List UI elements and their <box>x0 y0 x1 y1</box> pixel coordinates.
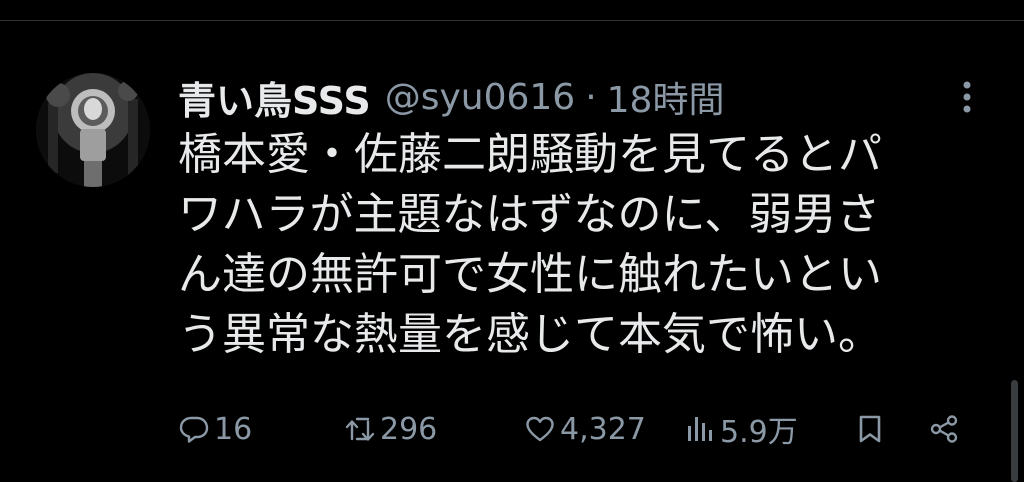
display-name[interactable]: 青い鳥SSS <box>178 70 371 125</box>
speech-bubble-icon <box>179 416 209 443</box>
tweet[interactable]: 青い鳥SSS @syu0616 · 18時間 橋本愛・佐藤二朗騒動を見てるとパ … <box>0 21 1024 482</box>
heart-icon <box>526 416 554 442</box>
tweet-header: 青い鳥SSS @syu0616 · 18時間 <box>178 71 724 123</box>
like-button[interactable]: 4,327 <box>524 404 646 454</box>
more-options-button[interactable] <box>950 77 984 117</box>
scrollbar-thumb[interactable] <box>1011 380 1018 482</box>
bookmark-button[interactable] <box>854 404 886 454</box>
more-dots-icon <box>963 81 971 113</box>
like-count: 4,327 <box>560 411 646 447</box>
avatar-image <box>36 73 150 187</box>
retweet-count: 296 <box>380 411 438 447</box>
separator-dot: · <box>585 76 597 118</box>
tweet-text: 橋本愛・佐藤二朗騒動を見てるとパ ワハラが主題なはずなのに、弱男さ ん達の無許可… <box>178 125 978 365</box>
bookmark-icon <box>859 415 881 443</box>
reply-count: 16 <box>214 411 253 447</box>
retweet-button[interactable]: 296 <box>344 404 437 454</box>
view-count: 5.9万 <box>720 415 798 450</box>
bar-chart-icon <box>688 417 712 441</box>
user-handle[interactable]: @syu0616 <box>385 77 576 118</box>
share-button[interactable] <box>928 404 960 454</box>
views-button[interactable]: 5.9万 <box>684 404 798 454</box>
share-nodes-icon <box>930 415 958 443</box>
retweet-arrows-icon <box>345 417 375 441</box>
avatar[interactable] <box>36 73 150 187</box>
reply-button[interactable]: 16 <box>178 404 252 454</box>
tweet-text-line: ワハラが主題なはずなのに、弱男さ <box>178 189 881 240</box>
timestamp[interactable]: 18時間 <box>607 71 725 123</box>
tweet-text-line: ん達の無許可で女性に触れたいとい <box>178 249 882 300</box>
tweet-actions: 16 296 4,327 5.9万 <box>178 404 978 454</box>
tweet-text-line: う異常な熱量を感じて本気で怖い。 <box>178 309 882 360</box>
tweet-text-line: 橋本愛・佐藤二朗騒動を見てるとパ <box>178 129 882 180</box>
